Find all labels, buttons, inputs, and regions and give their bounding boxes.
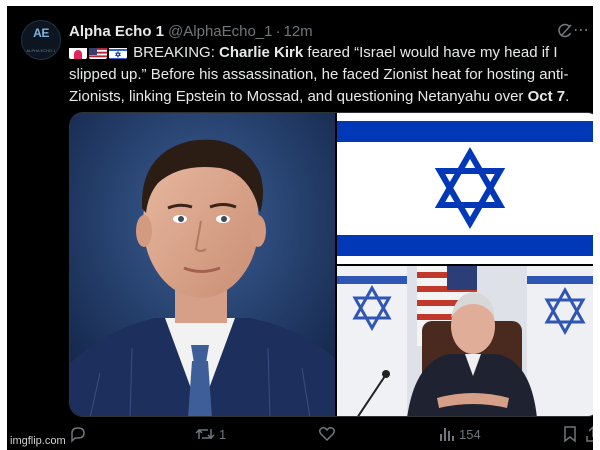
timestamp[interactable]: 12m	[284, 23, 313, 40]
views-icon	[440, 428, 454, 441]
separator-dot: ·	[275, 22, 281, 40]
retweet-icon	[195, 428, 215, 440]
tweet-card: AE ALPHA ECHO 1 Alpha Echo 1 @AlphaEcho_…	[7, 6, 593, 450]
tweet-header: Alpha Echo 1 @AlphaEcho_1 · 12m	[69, 21, 313, 41]
retweet-count: 1	[219, 426, 227, 442]
israel-flag-icon	[109, 46, 127, 59]
media-grid[interactable]	[69, 112, 593, 417]
heart-icon	[318, 427, 336, 442]
date-highlight: Oct 7	[527, 88, 566, 105]
tweet-end: .	[565, 88, 570, 105]
emergency-light-icon	[69, 46, 87, 59]
views-button[interactable]: 154	[439, 424, 481, 444]
more-options-icon[interactable]: ⋯	[571, 21, 591, 41]
author-handle[interactable]: @AlphaEcho_1	[168, 23, 272, 40]
like-button[interactable]	[318, 424, 340, 444]
avatar-subtext: ALPHA ECHO 1	[26, 48, 56, 53]
action-bar: 1 154	[69, 424, 593, 444]
portrait-photo[interactable]	[70, 113, 335, 416]
us-flag-icon	[89, 46, 107, 59]
author-name[interactable]: Alpha Echo 1	[69, 23, 164, 40]
reply-button[interactable]	[69, 424, 91, 444]
reply-icon	[71, 427, 85, 443]
mention-name: Charlie Kirk	[219, 44, 304, 61]
bookmark-button[interactable]	[562, 424, 578, 444]
share-button[interactable]	[585, 424, 593, 444]
israel-flag-photo[interactable]	[337, 113, 593, 264]
breaking-label: BREAKING:	[133, 44, 215, 61]
views-count: 154	[459, 426, 481, 442]
avatar-initials: AE	[33, 26, 49, 40]
retweet-button[interactable]: 1	[195, 424, 226, 444]
netanyahu-photo[interactable]	[337, 266, 593, 416]
share-icon	[586, 425, 593, 442]
watermark: imgflip.com	[7, 434, 69, 448]
avatar[interactable]: AE ALPHA ECHO 1	[21, 20, 61, 60]
bookmark-icon	[564, 426, 576, 443]
tweet-text: BREAKING: Charlie Kirk feared “Israel wo…	[69, 42, 589, 108]
